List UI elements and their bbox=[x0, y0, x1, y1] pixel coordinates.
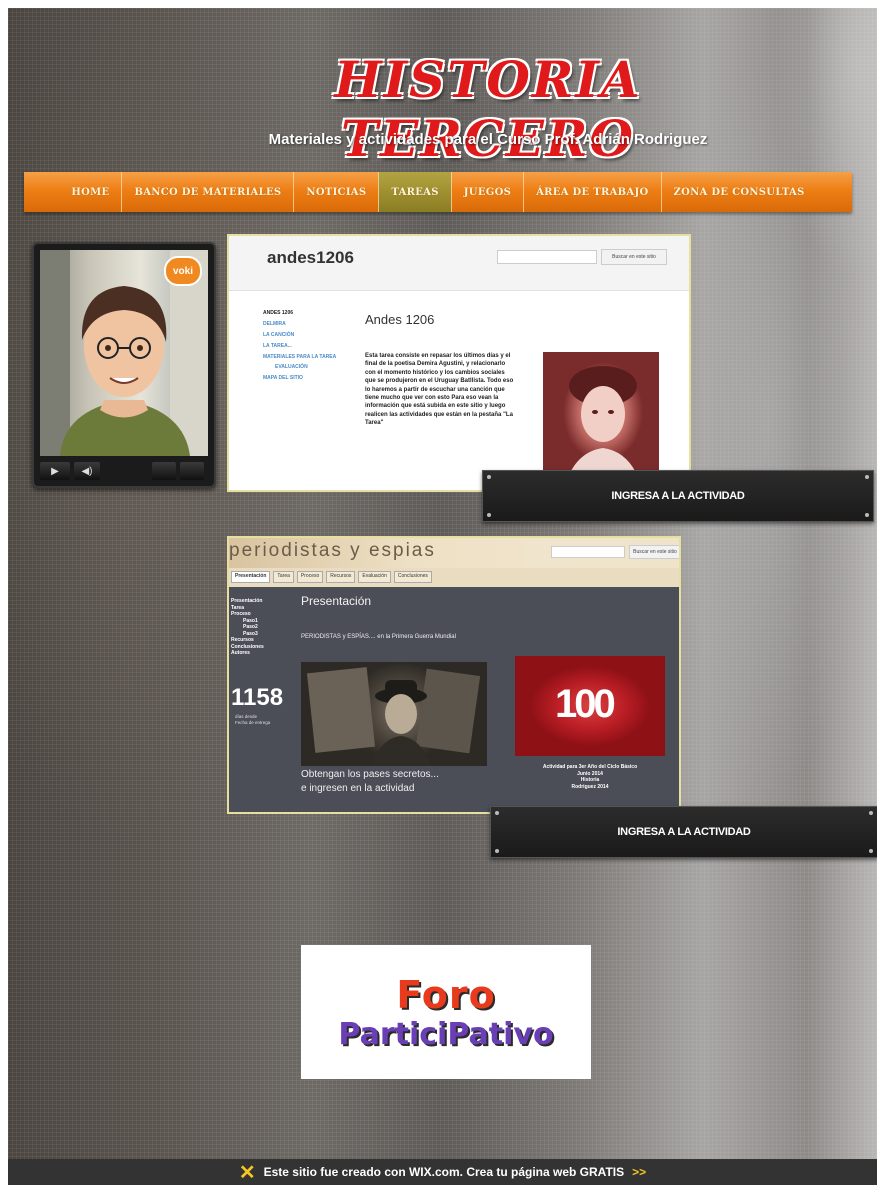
nav-home[interactable]: HOME bbox=[59, 172, 121, 212]
periodistas-search-input bbox=[551, 546, 625, 558]
periodistas-heading: Presentación bbox=[301, 594, 372, 608]
site-title: HISTORIA TERCERO bbox=[334, 50, 642, 168]
andes1206-sidebar-item: DELMIRA bbox=[263, 321, 286, 327]
centenary-caption: Actividad para 3er Año del Ciclo Básico … bbox=[515, 764, 665, 790]
avatar-player[interactable]: voki ▶ ◀) bbox=[32, 242, 216, 488]
wix-footer-text[interactable]: Este sitio fue creado con WIX.com. Crea … bbox=[264, 1165, 625, 1179]
nav-zona-de-consultas[interactable]: Zona de Consultas bbox=[660, 172, 817, 212]
player-button-left[interactable] bbox=[152, 462, 176, 480]
andes1206-header: andes1206 Buscar en este sitio bbox=[229, 236, 689, 291]
centenary-caption-line: Rodriguez 2014 bbox=[571, 783, 609, 790]
andes1206-sidebar-item: MATERIALES PARA LA TAREA bbox=[263, 354, 337, 360]
andes1206-heading: Andes 1206 bbox=[365, 312, 435, 327]
site-subtitle: Materiales y actividades para el Curso P… bbox=[268, 131, 708, 148]
periodistas-tab: Tarea bbox=[273, 571, 294, 583]
wix-logo-icon: ✕ bbox=[238, 1161, 256, 1184]
andes1206-sidebar-item: LA TAREA... bbox=[263, 343, 292, 349]
andes1206-sidebar-item: MAPA DEL SITIO bbox=[263, 375, 303, 381]
caption-line: Obtengan los pases secretos... bbox=[301, 769, 439, 780]
andes1206-site-name: andes1206 bbox=[267, 248, 354, 267]
andes1206-preview[interactable]: andes1206 Buscar en este sitio ANDES 120… bbox=[227, 234, 691, 492]
ingresa-actividad-label: INGRESA A LA ACTIVIDAD bbox=[617, 826, 751, 838]
play-icon[interactable]: ▶ bbox=[40, 462, 70, 480]
periodistas-tabs: Presentación Tarea Proceso Recursos Eval… bbox=[229, 568, 679, 587]
countdown-caption-line: Fecha de entrega bbox=[235, 720, 271, 725]
voki-badge: voki bbox=[164, 256, 202, 286]
wix-footer: ✕ Este sitio fue creado con WIX.com. Cre… bbox=[8, 1159, 877, 1185]
main-nav: HOME Banco de Materiales Noticias Tareas… bbox=[24, 172, 852, 212]
page-background: HISTORIA TERCERO Materiales y actividade… bbox=[8, 8, 877, 1185]
ingresa-actividad-button-1[interactable]: INGRESA A LA ACTIVIDAD bbox=[482, 470, 874, 522]
wix-footer-link[interactable]: >> bbox=[632, 1165, 646, 1179]
nav-tareas[interactable]: Tareas bbox=[378, 172, 451, 212]
andes1206-sidebar: ANDES 1206 DELMIRA LA CANCIÓN LA TAREA..… bbox=[263, 308, 343, 384]
periodistas-tab: Conclusiones bbox=[393, 571, 432, 583]
caption-line: e ingresen en la actividad bbox=[301, 783, 415, 794]
spy-photo bbox=[301, 662, 487, 766]
player-button-right[interactable] bbox=[180, 462, 204, 480]
periodistas-tab: Presentación bbox=[231, 571, 271, 583]
nav-area-de-trabajo[interactable]: Área de Trabajo bbox=[523, 172, 660, 212]
periodistas-sidebar-item: Autores bbox=[231, 650, 250, 656]
periodistas-caption: Obtengan los pases secretos... e ingrese… bbox=[301, 768, 439, 796]
andes1206-search-button: Buscar en este sitio bbox=[601, 249, 667, 265]
countdown-number: 1158 bbox=[231, 684, 284, 711]
centenary-image: 100 bbox=[515, 656, 665, 756]
periodistas-banner: periodistas y espias Buscar en este siti… bbox=[229, 538, 679, 568]
spy-image bbox=[306, 667, 481, 766]
volume-icon[interactable]: ◀) bbox=[74, 462, 100, 480]
periodistas-tab: Evaluación bbox=[358, 571, 391, 583]
foro-word: Foro bbox=[396, 972, 496, 1017]
andes1206-search-input bbox=[497, 250, 597, 264]
avatar-controls: ▶ ◀) bbox=[40, 462, 208, 480]
participativo-word: ParticiPativo bbox=[338, 1016, 554, 1052]
centenary-mark: 100 bbox=[555, 682, 616, 726]
periodistas-intro: PERIODISTAS y ESPÍAS.... en la Primera G… bbox=[301, 634, 456, 640]
andes1206-sidebar-item: LA CANCIÓN bbox=[263, 332, 295, 338]
andes1206-sidebar-item: EVALUACIÓN bbox=[275, 364, 308, 370]
periodistas-tab: Proceso bbox=[296, 571, 324, 583]
nav-banco-de-materiales[interactable]: Banco de Materiales bbox=[121, 172, 293, 212]
foro-participativo-banner[interactable]: Foro ParticiPativo bbox=[301, 945, 591, 1079]
andes1206-sidebar-item: ANDES 1206 bbox=[263, 310, 294, 316]
ingresa-actividad-button-2[interactable]: INGRESA A LA ACTIVIDAD bbox=[490, 806, 877, 858]
nav-noticias[interactable]: Noticias bbox=[293, 172, 378, 212]
periodistas-search-button: Buscar en este sitio bbox=[629, 545, 679, 559]
periodistas-preview[interactable]: periodistas y espias Buscar en este siti… bbox=[227, 536, 681, 814]
avatar-screen: voki bbox=[40, 250, 208, 456]
periodistas-sidebar: Presentación Tarea Proceso Paso1 Paso2 P… bbox=[231, 598, 291, 657]
andes1206-body: Esta tarea consiste en repasar los últim… bbox=[365, 353, 514, 427]
periodistas-tab: Recursos bbox=[326, 571, 356, 583]
ingresa-actividad-label: INGRESA A LA ACTIVIDAD bbox=[611, 490, 745, 502]
periodistas-banner-title: periodistas y espias bbox=[229, 540, 436, 561]
countdown-caption: días desde Fecha de entrega bbox=[235, 714, 270, 726]
nav-juegos[interactable]: Juegos bbox=[450, 172, 523, 212]
